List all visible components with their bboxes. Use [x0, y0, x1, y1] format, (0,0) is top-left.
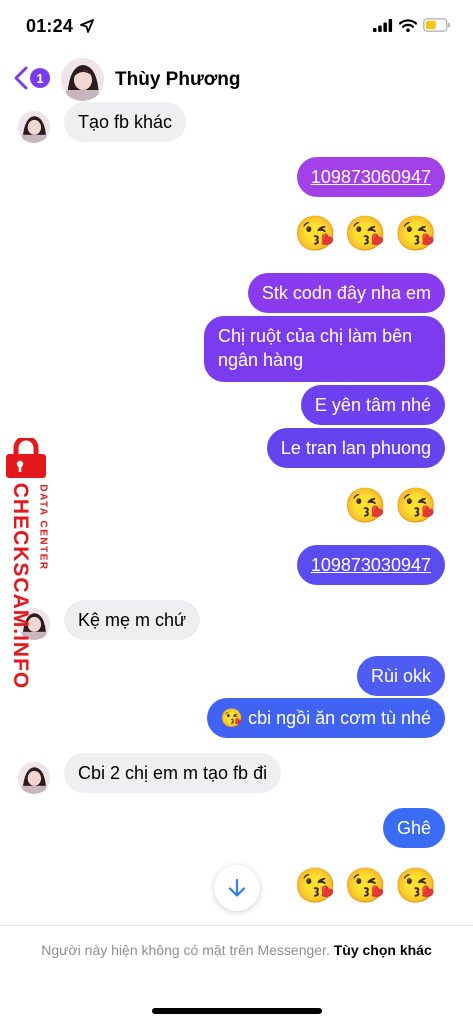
sender-avatar[interactable]	[18, 762, 50, 794]
message-bubble-incoming[interactable]: Cbi 2 chị em m tạo fb đi	[64, 753, 282, 793]
message-bubble-outgoing[interactable]: Stk codn đây nha em	[247, 273, 445, 313]
location-arrow-icon	[80, 19, 94, 38]
contact-name[interactable]: Thùy Phương	[115, 69, 240, 91]
message-text-line: ngân hàng	[218, 350, 304, 370]
more-options-link[interactable]: Tùy chọn khác	[334, 942, 432, 958]
unread-badge: 1	[30, 68, 50, 88]
message-text-line: Chị ruột của chị làm bên	[218, 326, 413, 346]
message-emoji[interactable]: 😘😘😘	[294, 866, 445, 906]
message-bubble-incoming[interactable]: Tạo fb khác	[64, 102, 187, 142]
watermark-brand: CHECKSCAM.INFO	[9, 482, 32, 690]
signal-icon	[373, 18, 393, 32]
arrow-down-icon	[228, 878, 246, 897]
message-bubble-outgoing[interactable]: 109873060947	[296, 157, 445, 197]
chevron-left-icon	[14, 66, 28, 90]
watermark: CHECKSCAM.INFO DATA CENTER	[3, 438, 51, 689]
watermark-sub: DATA CENTER	[37, 484, 49, 571]
message-bubble-outgoing[interactable]: Chị ruột của chị làm bên ngân hàng	[204, 316, 445, 382]
battery-icon	[423, 18, 450, 32]
message-bubble-incoming[interactable]: Kệ mẹ m chứ	[64, 600, 201, 640]
home-indicator[interactable]	[152, 1008, 322, 1014]
unavailable-notice: Người này hiện không có mặt trên Messeng…	[40, 940, 433, 961]
message-bubble-outgoing[interactable]: E yên tâm nhé	[300, 385, 445, 425]
message-emoji[interactable]: 😘😘😘	[294, 214, 445, 254]
back-button[interactable]: 1	[14, 66, 50, 90]
status-indicators	[373, 18, 451, 32]
sender-avatar[interactable]	[18, 111, 50, 143]
contact-avatar[interactable]	[61, 58, 104, 101]
message-bubble-outgoing[interactable]: Ghê	[382, 808, 445, 848]
status-time: 01:24	[26, 16, 74, 36]
message-bubble-outgoing[interactable]: Rùi okk	[356, 656, 445, 696]
message-emoji[interactable]: 😘😘	[344, 486, 445, 526]
scroll-to-bottom-button[interactable]	[214, 865, 260, 911]
message-bubble-outgoing[interactable]: 😘 cbi ngồi ăn cơm tù nhé	[206, 698, 445, 738]
wifi-icon	[399, 18, 417, 32]
message-bubble-outgoing[interactable]: Le tran lan phuong	[266, 428, 445, 468]
unavailable-notice-text: Người này hiện không có mặt trên Messeng…	[41, 942, 330, 958]
message-bubble-outgoing[interactable]: 109873030947	[296, 545, 445, 585]
